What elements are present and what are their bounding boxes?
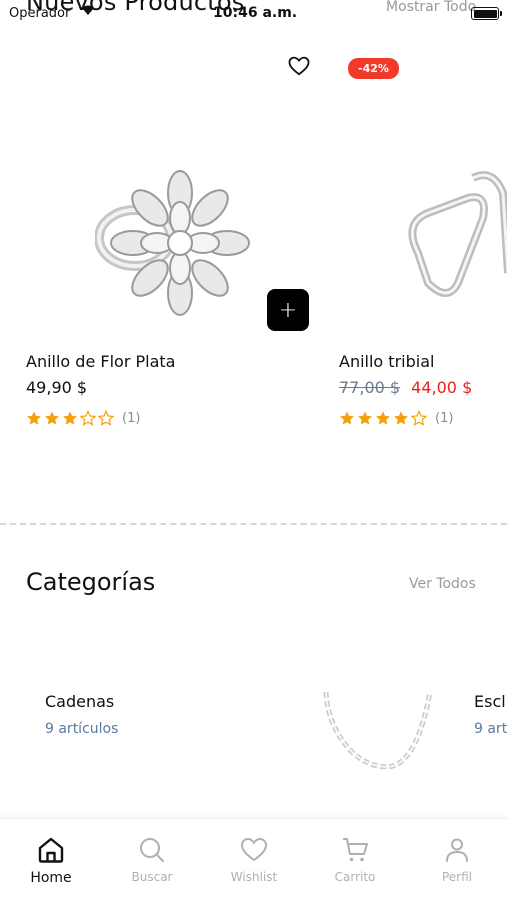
product-price: 77,00 $ 44,00 $: [339, 378, 472, 397]
product-rating: (1): [339, 410, 453, 426]
product-name[interactable]: Anillo de Flor Plata: [26, 352, 175, 371]
sale-price: 44,00 $: [411, 378, 473, 397]
product-image[interactable]: [94, 163, 255, 332]
show-all-products-link[interactable]: Mostrar Todo: [386, 0, 476, 15]
star-empty-icon: [98, 410, 114, 426]
section-divider: [0, 523, 507, 525]
product-image[interactable]: [398, 163, 507, 312]
nav-item-profile[interactable]: Perfil: [417, 835, 497, 884]
category-count: 9 artículos: [45, 721, 119, 737]
view-all-categories-link[interactable]: Ver Todos: [409, 576, 476, 592]
nav-item-cart[interactable]: Carrito: [315, 835, 395, 884]
categories-title: Categorías: [26, 568, 156, 596]
nav-label-profile: Perfil: [441, 870, 473, 884]
rating-count: (1): [435, 410, 454, 426]
user-icon: [446, 838, 468, 862]
old-price: 77,00 $: [339, 378, 401, 397]
nav-item-search[interactable]: Buscar: [112, 835, 192, 884]
battery-icon: [471, 7, 502, 20]
product-card[interactable]: -42% Anillo tribial 77,00 $ 44,00 $ (1): [313, 48, 507, 448]
nav-label-wishlist: Wishlist: [230, 870, 278, 884]
wifi-icon: [80, 2, 96, 21]
star-filled-icon: [45, 411, 59, 425]
heart-icon: [240, 837, 268, 862]
nav-item-home[interactable]: Home: [11, 835, 91, 886]
star-empty-icon: [80, 410, 96, 426]
product-rating: (1): [26, 410, 140, 426]
category-name: Cadenas: [45, 692, 115, 711]
star-filled-icon: [63, 411, 77, 425]
category-card[interactable]: Cadenas 9 artículos: [45, 692, 118, 737]
product-name[interactable]: Anillo tribial: [339, 352, 434, 371]
product-price: 49,90 $: [26, 378, 88, 397]
cart-icon: [343, 838, 368, 862]
category-image[interactable]: [318, 688, 438, 782]
star-filled-icon: [340, 411, 354, 425]
search-icon: [140, 838, 164, 862]
bottom-navigation: Home Buscar Wishlist Carrito Perfil: [0, 818, 507, 900]
star-filled-icon: [27, 411, 41, 425]
category-count: 9 art: [474, 721, 507, 737]
star-filled-icon: [376, 411, 390, 425]
product-card[interactable]: + Anillo de Flor Plata 49,90 $ (1): [0, 48, 310, 448]
category-name: Escl: [474, 692, 506, 711]
nav-item-wishlist[interactable]: Wishlist: [214, 835, 294, 884]
category-card[interactable]: Escl 9 art: [474, 692, 507, 737]
nav-label-cart: Carrito: [334, 870, 376, 884]
status-time: 10:46 a.m.: [213, 5, 298, 21]
star-empty-icon: [411, 410, 427, 426]
nav-label-home: Home: [30, 870, 72, 886]
carrier-label: Operador: [9, 6, 71, 21]
star-filled-icon: [358, 411, 372, 425]
star-filled-icon: [394, 411, 408, 425]
home-icon: [38, 837, 64, 863]
add-to-cart-button[interactable]: +: [267, 289, 309, 331]
discount-badge: -42%: [348, 58, 399, 79]
nav-label-search: Buscar: [131, 870, 173, 884]
heart-icon[interactable]: [288, 56, 310, 76]
rating-count: (1): [122, 410, 141, 426]
